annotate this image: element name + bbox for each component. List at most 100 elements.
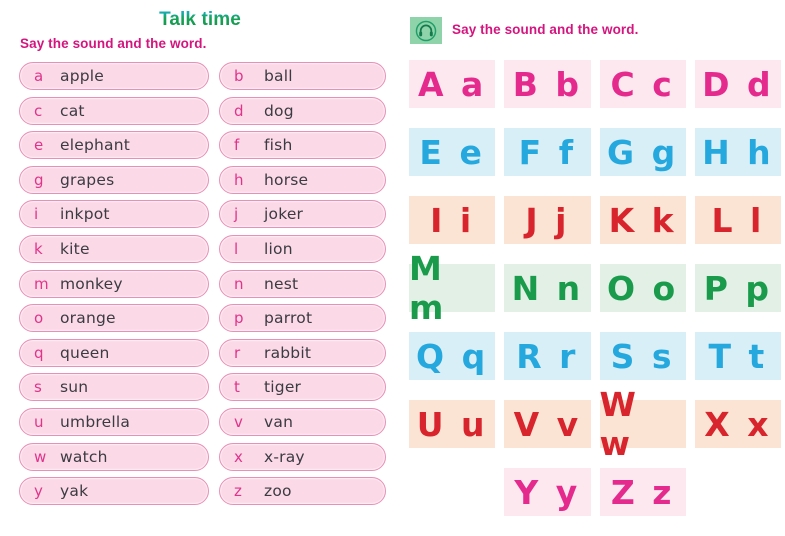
alphabet-tile[interactable]: G g	[599, 128, 686, 176]
pill-letter: q	[34, 343, 44, 362]
pill-word: monkey	[60, 274, 123, 293]
alphabet-tile[interactable]: K k	[599, 196, 686, 244]
left-instruction-text: Say the sound and the word.	[20, 36, 207, 51]
word-pill[interactable]: g grapes	[19, 165, 209, 194]
word-pill[interactable]: j joker	[219, 200, 386, 229]
alphabet-tile[interactable]: E e	[409, 128, 496, 176]
pill-word: parrot	[264, 309, 313, 328]
pill-word: grapes	[60, 170, 115, 189]
pill-letter: x	[234, 447, 243, 466]
alphabet-tile[interactable]: C c	[599, 60, 686, 108]
pill-letter: n	[234, 274, 244, 293]
pill-letter: c	[34, 101, 43, 120]
alphabet-tile[interactable]: N n	[504, 264, 591, 312]
word-pill[interactable]: r rabbit	[219, 338, 386, 367]
word-pill[interactable]: z zoo	[219, 477, 386, 506]
alphabet-tile[interactable]: Q q	[409, 332, 496, 380]
word-pill[interactable]: v van	[219, 407, 386, 436]
alphabet-tile[interactable]: T t	[694, 332, 781, 380]
pill-word: lion	[264, 239, 293, 258]
pill-word: yak	[60, 482, 89, 501]
pill-letter: g	[34, 170, 44, 189]
pill-letter: p	[234, 309, 244, 328]
right-instruction-text: Say the sound and the word.	[452, 22, 639, 37]
word-pill[interactable]: t tiger	[219, 373, 386, 402]
pill-word: ball	[264, 67, 293, 85]
word-pill[interactable]: y yak	[19, 477, 209, 506]
pill-word: sun	[60, 378, 89, 397]
pill-letter: s	[34, 378, 42, 397]
pill-letter: v	[234, 412, 243, 431]
word-pill[interactable]: x x-ray	[219, 442, 386, 471]
alphabet-tile[interactable]: L l	[694, 196, 781, 244]
alphabet-tile[interactable]: W w	[599, 385, 686, 463]
word-pill[interactable]: q queen	[19, 338, 209, 367]
alphabet-tile[interactable]: H h	[694, 128, 781, 176]
alphabet-tile[interactable]: U u	[409, 400, 496, 448]
pill-letter: r	[234, 343, 241, 362]
word-pill[interactable]: e elephant	[19, 131, 209, 160]
pill-letter: u	[34, 412, 44, 431]
alphabet-tile[interactable]: A a	[409, 60, 496, 108]
alphabet-tile[interactable]: I i	[409, 196, 496, 244]
pill-word: x-ray	[264, 447, 305, 466]
pill-letter: w	[34, 447, 47, 466]
alphabet-tile[interactable]: V v	[504, 400, 591, 448]
alphabet-tile-spacer	[409, 468, 495, 516]
pill-word: fish	[264, 136, 293, 155]
word-pill-grid: a apple b ball c cat d dog e elephant f fish g grapes…	[19, 62, 386, 512]
word-pill[interactable]: w watch	[19, 442, 209, 471]
alphabet-tile[interactable]: F f	[504, 128, 591, 176]
pill-letter: j	[234, 205, 239, 224]
alphabet-tile[interactable]: O o	[599, 264, 686, 312]
pill-letter: m	[34, 274, 49, 293]
right-panel: Say the sound and the word. A aB bC cD d…	[400, 0, 785, 524]
pill-word: rabbit	[264, 343, 312, 362]
word-pill[interactable]: o orange	[19, 304, 209, 333]
pill-letter: h	[234, 170, 244, 189]
alphabet-tile[interactable]: M m	[409, 249, 496, 327]
word-pill[interactable]: p parrot	[219, 304, 386, 333]
pill-word: inkpot	[60, 205, 110, 224]
alphabet-tile[interactable]: P p	[694, 264, 781, 312]
word-pill[interactable]: b ball	[219, 62, 386, 90]
alphabet-tile[interactable]: J j	[504, 196, 591, 244]
page-title: Talk time	[0, 9, 400, 31]
alphabet-tile[interactable]: S s	[599, 332, 686, 380]
word-pill[interactable]: d dog	[219, 96, 386, 125]
pill-letter: b	[234, 67, 244, 85]
pill-word: cat	[60, 101, 85, 120]
word-pill[interactable]: u umbrella	[19, 407, 209, 436]
word-pill[interactable]: l lion	[219, 234, 386, 263]
worksheet-page: Talk time Say the sound and the word. aa…	[0, 0, 785, 524]
word-pill[interactable]: h horse	[219, 165, 386, 194]
word-pill[interactable]: a apple	[19, 62, 209, 90]
word-pill[interactable]: k kite	[19, 234, 209, 263]
word-pill[interactable]: c cat	[19, 96, 209, 125]
pill-word: dog	[264, 101, 294, 120]
word-pill[interactable]: m monkey	[19, 269, 209, 298]
alphabet-tile[interactable]: X x	[694, 400, 781, 448]
pill-letter: y	[34, 482, 43, 501]
pill-word: elephant	[60, 136, 131, 155]
alphabet-tile[interactable]: D d	[694, 60, 781, 108]
pill-word: horse	[264, 170, 309, 189]
word-pill[interactable]: n nest	[219, 269, 386, 298]
word-pill[interactable]: i inkpot	[19, 200, 209, 229]
alphabet-tile[interactable]: R r	[504, 332, 591, 380]
word-pill[interactable]: f fish	[219, 131, 386, 160]
pill-letter: e	[34, 136, 44, 155]
pill-word: zoo	[264, 482, 292, 501]
pill-word: kite	[60, 239, 90, 258]
alphabet-tile[interactable]: B b	[504, 60, 591, 108]
pill-word: queen	[60, 343, 110, 362]
pill-word: watch	[60, 447, 108, 466]
pill-letter: k	[34, 239, 43, 258]
alphabet-tile-spacer	[695, 468, 781, 516]
word-pill[interactable]: s sun	[19, 373, 209, 402]
alphabet-tile[interactable]: Y y	[504, 468, 591, 516]
alphabet-tile[interactable]: Z z	[599, 468, 686, 516]
pill-word: orange	[60, 309, 116, 328]
alphabet-tile-grid: A aB bC cD d E eF fG gH h I iJ jK kL l M mN…	[409, 60, 781, 536]
pill-letter: l	[234, 239, 239, 258]
